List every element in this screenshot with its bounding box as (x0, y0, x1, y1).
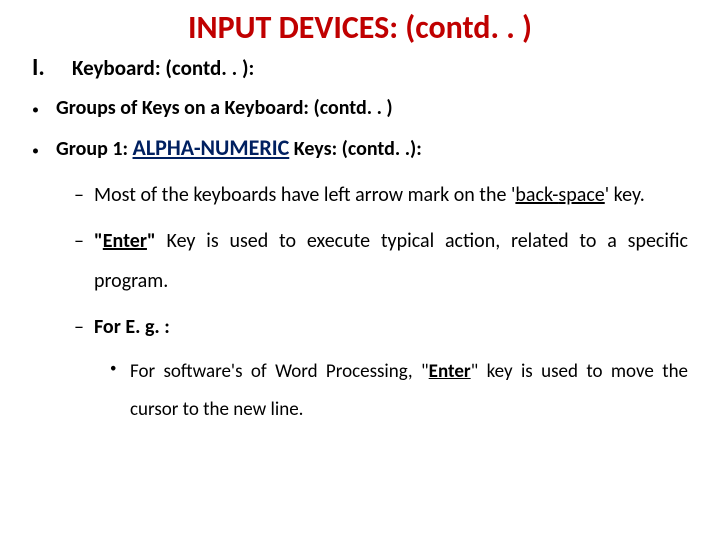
dash-item-3: – For E. g. : (74, 307, 688, 347)
dash-list: – Most of the keyboards have left arrow … (74, 175, 688, 347)
dash-icon: – (74, 221, 94, 301)
sub-text: For software's of Word Processing, "Ente… (130, 353, 688, 429)
bullet-dot-icon: • (32, 103, 56, 117)
sub-bullet: • For software's of Word Processing, "En… (110, 353, 688, 429)
d1-pre: Most of the keyboards have left arrow ma… (94, 183, 515, 207)
d1-post: ' key. (605, 183, 645, 207)
group-suffix: Keys: (contd. .): (289, 137, 422, 161)
bullet-2: • Group 1: ALPHA-NUMERIC Keys: (contd. .… (32, 134, 688, 161)
bullet-1: • Groups of Keys on a Keyboard: (contd. … (32, 96, 688, 120)
bullet-dot-icon: • (110, 353, 130, 429)
d2-enter: Enter (103, 229, 147, 253)
dash-icon: – (74, 307, 94, 347)
bullet-2-text: Group 1: ALPHA-NUMERIC Keys: (contd. .): (56, 134, 422, 161)
keyword-alphanumeric: ALPHA-NUMERIC (133, 134, 290, 161)
dash-text-3: For E. g. : (94, 307, 688, 347)
d1-u2: space (558, 183, 604, 207)
bullet-dot-icon: • (32, 144, 56, 158)
roman-numeral: I. (32, 53, 72, 82)
slide-title: INPUT DEVICES: (contd. . ) (32, 8, 688, 47)
group-prefix: Group 1: (56, 137, 133, 161)
dash-text-1: Most of the keyboards have left arrow ma… (94, 175, 688, 215)
dash-item-1: – Most of the keyboards have left arrow … (74, 175, 688, 215)
roman-text: Keyboard: (contd. . ): (72, 55, 254, 81)
dash-item-2: – "Enter" Key is used to execute typical… (74, 221, 688, 301)
dash-text-2: "Enter" Key is used to execute typical a… (94, 221, 688, 301)
d1-u1: back- (515, 183, 558, 207)
roman-item: I. Keyboard: (contd. . ): (32, 53, 688, 82)
d2-rest: Key is used to execute typical action, r… (94, 229, 688, 293)
d2-quote-open: " (94, 229, 103, 253)
sub-enter: Enter (429, 360, 471, 383)
d2-quote-close: " (147, 229, 156, 253)
sub-pre: For software's of Word Processing, " (130, 360, 429, 383)
dash-icon: – (74, 175, 94, 215)
bullet-1-text: Groups of Keys on a Keyboard: (contd. . … (56, 96, 393, 120)
